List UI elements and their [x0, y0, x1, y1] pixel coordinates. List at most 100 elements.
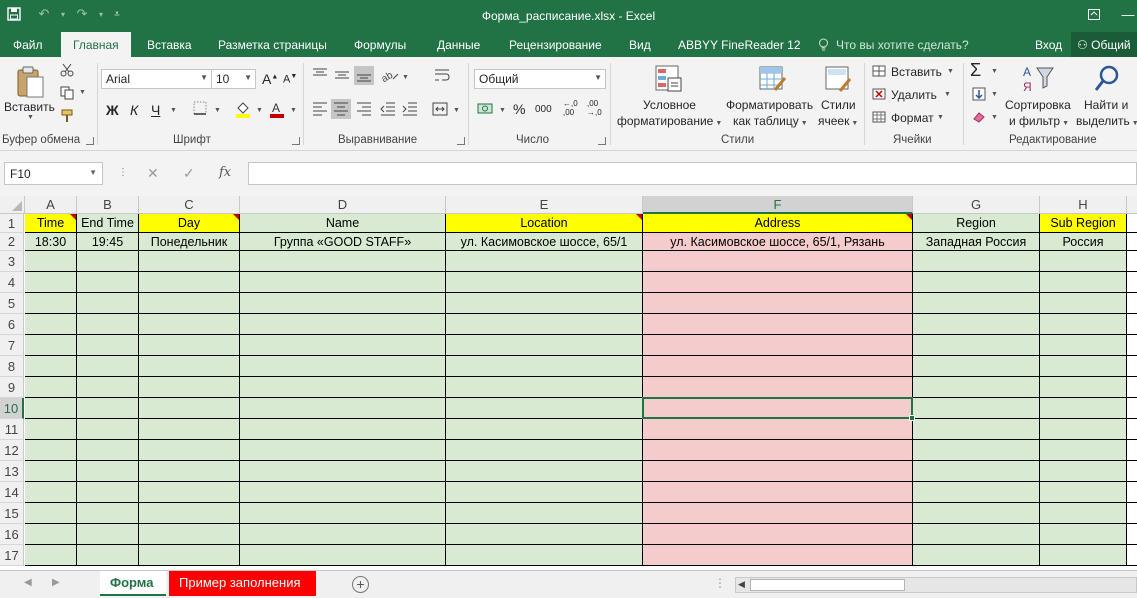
- cell-d15[interactable]: [240, 503, 446, 524]
- cell-g3[interactable]: [913, 251, 1040, 272]
- cell-a16[interactable]: [25, 524, 77, 545]
- format-painter-icon[interactable]: [59, 108, 75, 124]
- row-header-12[interactable]: 12: [0, 440, 24, 461]
- cell-c17[interactable]: [139, 545, 240, 566]
- number-format-select[interactable]: Общий ▼: [474, 69, 606, 89]
- cell-e15[interactable]: [446, 503, 643, 524]
- decrease-font-icon[interactable]: A▼: [283, 73, 297, 86]
- cell-a5[interactable]: [25, 293, 77, 314]
- format-cells-button[interactable]: Формат: [891, 111, 934, 125]
- column-header-e[interactable]: E: [446, 196, 643, 214]
- cell-h10[interactable]: [1040, 398, 1127, 419]
- align-top-icon[interactable]: [311, 67, 329, 83]
- header-cell-f[interactable]: Address: [643, 214, 913, 233]
- cell-c7[interactable]: [139, 335, 240, 356]
- underline-button[interactable]: Ч: [151, 102, 160, 118]
- tab-data[interactable]: Данные: [437, 38, 480, 52]
- cell-d7[interactable]: [240, 335, 446, 356]
- cell-d12[interactable]: [240, 440, 446, 461]
- cell-b10[interactable]: [77, 398, 139, 419]
- cell-b17[interactable]: [77, 545, 139, 566]
- row-header-14[interactable]: 14: [0, 482, 24, 503]
- cell-b5[interactable]: [77, 293, 139, 314]
- cell-e13[interactable]: [446, 461, 643, 482]
- sheet-tab-forma[interactable]: Форма: [100, 571, 166, 596]
- cell-a12[interactable]: [25, 440, 77, 461]
- cell-b9[interactable]: [77, 377, 139, 398]
- align-middle-icon[interactable]: [333, 67, 351, 83]
- cell-d17[interactable]: [240, 545, 446, 566]
- cell-f17[interactable]: [643, 545, 913, 566]
- cell-a15[interactable]: [25, 503, 77, 524]
- row-header-17[interactable]: 17: [0, 545, 24, 566]
- increase-indent-icon[interactable]: [401, 101, 419, 117]
- column-header-d[interactable]: D: [240, 196, 446, 214]
- cell-f2[interactable]: ул. Касимовское шоссе, 65/1, Рязань: [643, 233, 913, 251]
- row-header-2[interactable]: 2: [0, 233, 24, 251]
- cell-a13[interactable]: [25, 461, 77, 482]
- cell-g8[interactable]: [913, 356, 1040, 377]
- insert-cells-dropdown-icon[interactable]: ▼: [947, 68, 954, 75]
- row-header-16[interactable]: 16: [0, 524, 24, 545]
- delete-cells-button[interactable]: Удалить: [891, 88, 937, 102]
- row-header-7[interactable]: 7: [0, 335, 24, 356]
- cell-g6[interactable]: [913, 314, 1040, 335]
- sort-filter-icon[interactable]: АЯ: [1021, 63, 1055, 95]
- autosum-dropdown-icon[interactable]: ▼: [991, 68, 998, 75]
- underline-dropdown-icon[interactable]: ▼: [170, 107, 177, 114]
- format-cells-icon[interactable]: [871, 110, 887, 124]
- column-header-a[interactable]: A: [25, 196, 77, 214]
- cell-c11[interactable]: [139, 419, 240, 440]
- cell-d13[interactable]: [240, 461, 446, 482]
- align-right-icon[interactable]: [355, 101, 373, 117]
- row-header-1[interactable]: 1: [0, 214, 24, 233]
- cell-f12[interactable]: [643, 440, 913, 461]
- tab-formulas[interactable]: Формулы: [354, 38, 406, 52]
- cell-c5[interactable]: [139, 293, 240, 314]
- cell-b2[interactable]: 19:45: [77, 233, 139, 251]
- fill-dropdown-icon[interactable]: ▼: [991, 91, 998, 98]
- currency-dropdown-icon[interactable]: ▼: [499, 107, 506, 114]
- align-center-icon[interactable]: [331, 99, 351, 119]
- comment-indicator-icon[interactable]: [906, 214, 912, 220]
- cell-f15[interactable]: [643, 503, 913, 524]
- paste-button[interactable]: Вставить: [4, 100, 55, 114]
- bold-button[interactable]: Ж: [106, 102, 119, 118]
- font-size-select[interactable]: 10 ▼: [211, 69, 256, 89]
- cell-e16[interactable]: [446, 524, 643, 545]
- cell-e11[interactable]: [446, 419, 643, 440]
- cell-a14[interactable]: [25, 482, 77, 503]
- comment-indicator-icon[interactable]: [70, 214, 76, 220]
- cell-c8[interactable]: [139, 356, 240, 377]
- paste-dropdown-icon[interactable]: ▼: [27, 114, 34, 121]
- row-header-3[interactable]: 3: [0, 251, 24, 272]
- cell-h8[interactable]: [1040, 356, 1127, 377]
- increase-font-icon[interactable]: A▲: [262, 71, 278, 87]
- cell-styles-icon[interactable]: [822, 63, 854, 95]
- scrollbar-thumb[interactable]: [750, 579, 905, 591]
- column-header-h[interactable]: H: [1040, 196, 1127, 214]
- column-header-b[interactable]: B: [77, 196, 139, 214]
- autosum-icon[interactable]: Σ: [970, 60, 981, 81]
- cell-f6[interactable]: [643, 314, 913, 335]
- cell-e5[interactable]: [446, 293, 643, 314]
- clear-dropdown-icon[interactable]: ▼: [991, 114, 998, 121]
- header-cell-e[interactable]: Location: [446, 214, 643, 233]
- cell-e3[interactable]: [446, 251, 643, 272]
- format-as-table-line1[interactable]: Форматировать: [726, 98, 813, 112]
- cell-h12[interactable]: [1040, 440, 1127, 461]
- header-cell-g[interactable]: Region: [913, 214, 1040, 233]
- cell-h13[interactable]: [1040, 461, 1127, 482]
- sign-in-link[interactable]: Вход: [1035, 38, 1062, 52]
- tab-page-layout[interactable]: Разметка страницы: [218, 38, 327, 52]
- cell-d4[interactable]: [240, 272, 446, 293]
- merge-center-icon[interactable]: [431, 101, 449, 117]
- decrease-indent-icon[interactable]: [379, 101, 397, 117]
- cell-f14[interactable]: [643, 482, 913, 503]
- cell-d5[interactable]: [240, 293, 446, 314]
- cell-styles-button[interactable]: ячеек ▼: [818, 114, 858, 128]
- cell-g5[interactable]: [913, 293, 1040, 314]
- font-color-icon[interactable]: A: [268, 99, 286, 119]
- alignment-launcher-icon[interactable]: [457, 137, 465, 145]
- cell-h6[interactable]: [1040, 314, 1127, 335]
